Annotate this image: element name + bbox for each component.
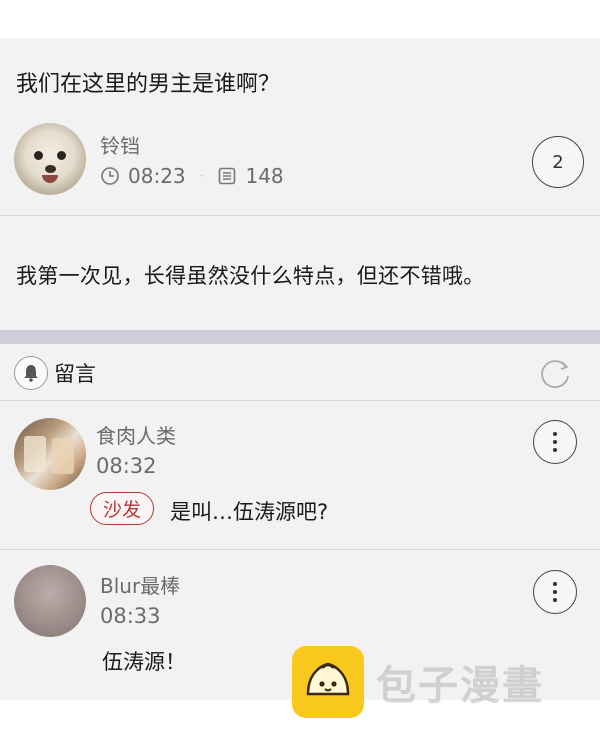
post-meta: 08:23 · 148 — [100, 164, 284, 188]
bun-logo-icon — [292, 646, 364, 718]
list-icon — [219, 167, 236, 185]
post-body-text: 我第一次见，长得虽然没什么特点，但还不错哦。 — [16, 264, 485, 288]
divider — [0, 549, 600, 550]
sofa-badge: 沙发 — [90, 492, 155, 525]
refresh-icon[interactable] — [538, 356, 572, 390]
reply-count-button[interactable]: 2 — [532, 136, 584, 188]
more-options-button[interactable] — [533, 570, 577, 614]
post-views: 148 — [245, 164, 284, 188]
post-time: 08:23 — [128, 164, 186, 188]
reply-count: 2 — [552, 151, 564, 173]
comments-title: 留言 — [54, 362, 96, 386]
bell-icon — [14, 356, 48, 390]
comment-text: 是叫…伍涛源吧? — [170, 500, 329, 524]
comment-author[interactable]: 食肉人类 — [96, 420, 176, 449]
commenter-avatar[interactable] — [14, 418, 86, 490]
author-avatar[interactable] — [14, 123, 86, 195]
top-blank — [0, 0, 600, 38]
watermark: 包子漫畫 — [292, 646, 544, 718]
author-name[interactable]: 铃铛 — [100, 130, 140, 159]
section-separator — [0, 330, 600, 344]
post-title: 我们在这里的男主是谁啊？ — [16, 72, 281, 97]
comment-text: 伍涛源！ — [102, 650, 186, 674]
comment-author[interactable]: Blur最棒 — [100, 570, 180, 599]
more-vertical-icon — [553, 432, 557, 452]
divider — [0, 400, 600, 401]
post-header — [0, 38, 600, 215]
commenter-avatar[interactable] — [14, 565, 86, 637]
more-vertical-icon — [553, 582, 557, 602]
comment-time: 08:33 — [100, 604, 161, 628]
clock-icon — [101, 167, 119, 185]
comment-time: 08:32 — [96, 454, 157, 478]
watermark-text: 包子漫畫 — [376, 663, 544, 709]
more-options-button[interactable] — [533, 420, 577, 464]
meta-separator: · — [199, 169, 204, 183]
